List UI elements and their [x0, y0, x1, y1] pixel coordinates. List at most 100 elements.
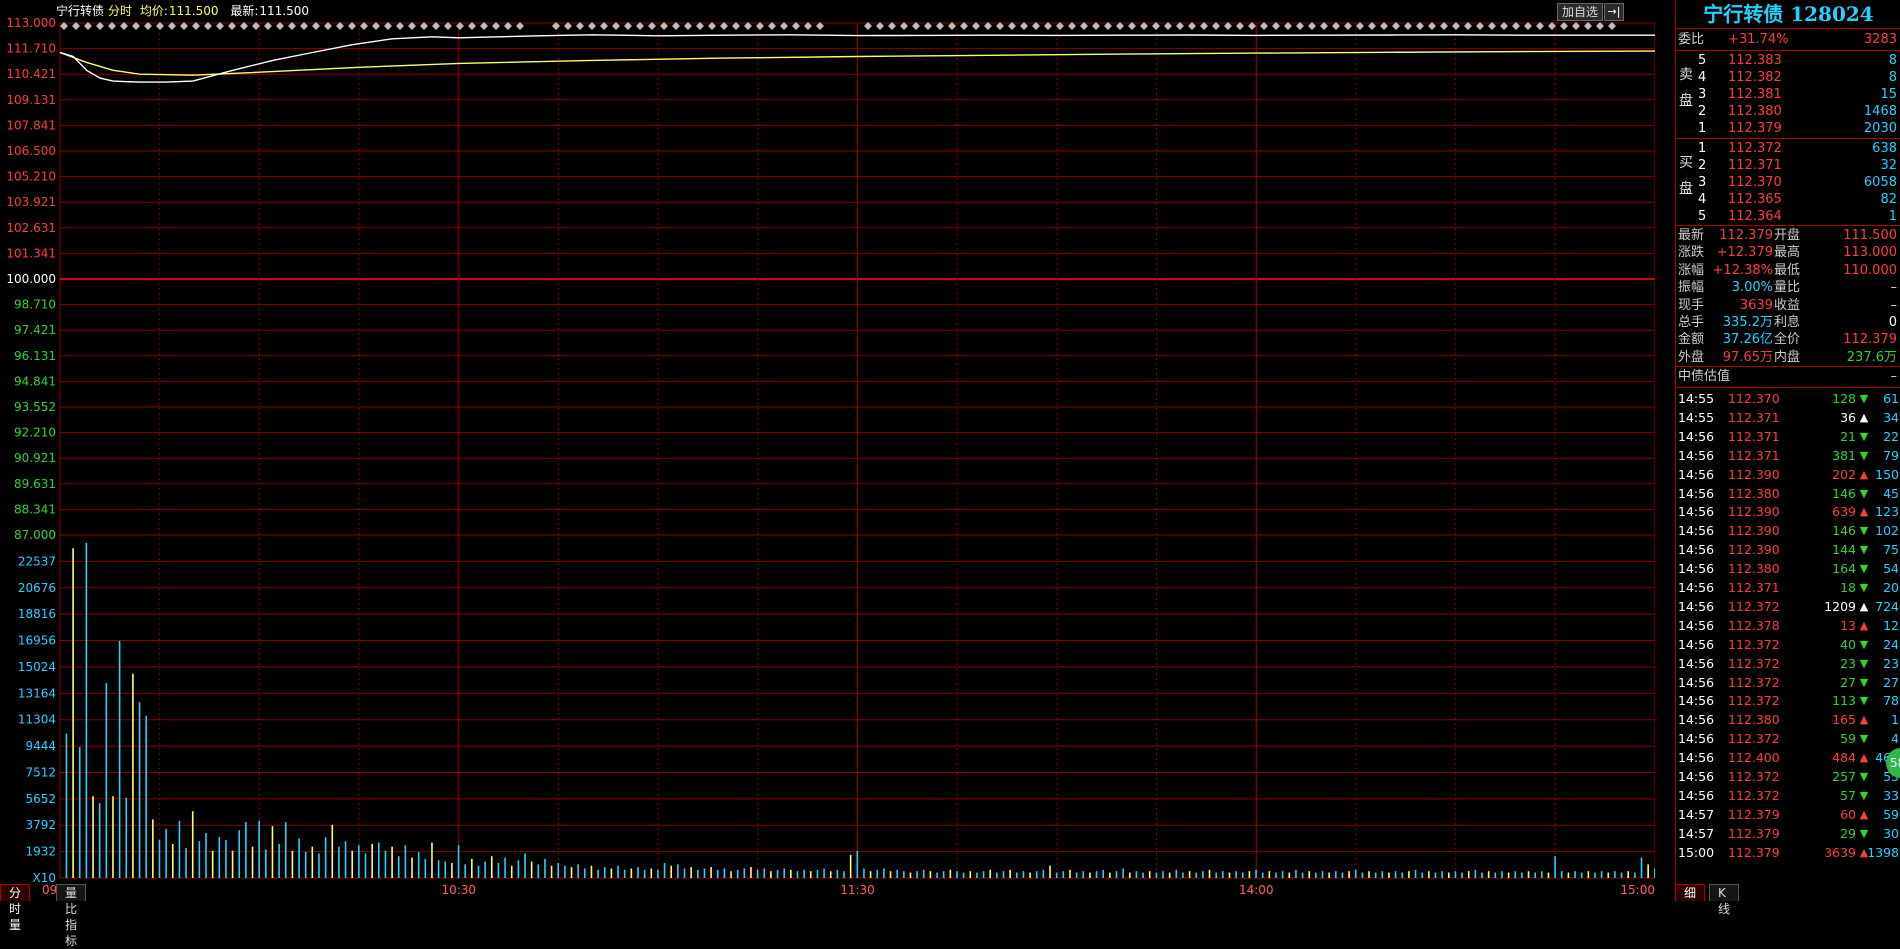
tick-time: 14:56	[1678, 580, 1715, 595]
volume-bar	[311, 846, 314, 878]
volume-bar	[152, 819, 154, 878]
tick-row: 14:56 112.372 27 ▼ 27	[1676, 673, 1900, 692]
volume-bar	[869, 871, 872, 878]
volume-bar	[1654, 868, 1655, 878]
avg-price-value: 111.500	[168, 4, 219, 18]
stat-label: 全价	[1774, 332, 1801, 348]
level-volume: 1468	[1863, 104, 1897, 119]
volume-bar	[823, 868, 825, 878]
volume-bar	[743, 868, 746, 878]
level-price: 112.380	[1728, 104, 1782, 119]
tick-count: 45	[1883, 485, 1899, 501]
add-favorite-button[interactable]: 加自选	[1557, 3, 1604, 21]
volume-bar	[1388, 872, 1390, 878]
arrow-down-icon: ▼	[1859, 826, 1869, 840]
tick-time: 14:56	[1678, 504, 1715, 520]
tick-price: 112.372	[1728, 598, 1780, 614]
time-tick-label: 11:30	[840, 883, 875, 897]
intraday-chart[interactable]: 113.000 111.710 110.421 109.131 107.841 106.5…	[0, 0, 1655, 900]
stat-value: 37.26亿	[1722, 332, 1773, 348]
chart-mode: 分时	[108, 4, 133, 18]
volume-bar	[1148, 871, 1151, 878]
volume-bar	[1434, 872, 1437, 878]
arrow-down-icon: ▼	[1859, 486, 1869, 500]
price-tick-label: 101.341	[6, 246, 56, 260]
volume-bar	[610, 868, 613, 878]
time-tick-label: 15:00	[1620, 883, 1655, 897]
volume-bar	[291, 850, 294, 878]
volume-bar	[577, 864, 579, 878]
tab-detail[interactable]: 细	[1675, 884, 1706, 901]
tick-time: 14:56	[1678, 655, 1715, 671]
tick-price: 112.390	[1728, 542, 1780, 558]
tick-time: 14:56	[1678, 428, 1715, 444]
volume-tick-label: 13164	[18, 686, 56, 700]
volume-bar	[1567, 872, 1570, 878]
tick-volume: 128	[1832, 391, 1856, 406]
volume-bar	[537, 864, 540, 878]
tick-price: 112.390	[1728, 466, 1780, 482]
volume-bar	[411, 857, 413, 878]
volume-bar	[344, 841, 347, 878]
tick-time: 14:56	[1678, 617, 1715, 633]
tab-volume-ratio[interactable]: 量比指标	[56, 884, 87, 948]
volume-bar	[584, 868, 586, 878]
volume-bar	[1620, 872, 1623, 878]
volume-bar	[1009, 869, 1011, 878]
arrow-down-icon: ▼	[1859, 392, 1869, 405]
arrow-up-icon: ▲	[1859, 410, 1869, 424]
tick-time: 14:56	[1678, 731, 1715, 747]
stat-row: 总手 335.2万 利息 0	[1676, 314, 1900, 331]
stat-value: 237.6万	[1846, 349, 1897, 365]
level-volume: 15	[1880, 87, 1897, 102]
volume-bar	[1142, 872, 1144, 878]
tick-volume: 3639	[1824, 844, 1856, 860]
volume-bar	[956, 871, 958, 878]
tick-count: 22	[1883, 428, 1899, 444]
volume-bar	[816, 869, 819, 878]
stat-value: –	[1890, 297, 1898, 313]
tick-time: 14:55	[1678, 409, 1715, 425]
volume-bar	[1394, 871, 1397, 878]
tab-volume[interactable]: 分时量	[0, 884, 31, 932]
volume-bar	[1627, 871, 1630, 878]
tick-price: 112.379	[1728, 844, 1780, 860]
volume-bar	[730, 871, 732, 878]
volume-bar	[431, 842, 433, 878]
volume-bar	[1461, 872, 1463, 878]
volume-bar	[829, 871, 832, 878]
weibi-pct: +31.74%	[1728, 32, 1789, 47]
weibi-diff: 3283	[1863, 32, 1897, 47]
tick-volume: 484	[1832, 750, 1856, 766]
volume-tick-label: 7512	[25, 765, 56, 779]
volume-tick-label: 11304	[18, 713, 56, 727]
volume-bar	[211, 850, 214, 878]
tab-kline[interactable]: K线	[1709, 884, 1739, 916]
tick-time: 14:56	[1678, 447, 1715, 463]
volume-bar	[1534, 872, 1536, 878]
volume-bar	[643, 869, 646, 878]
volume-bar	[298, 838, 300, 878]
price-tick-label: 106.500	[6, 144, 56, 158]
volume-bar	[889, 871, 892, 878]
volume-bar	[218, 837, 221, 878]
tick-volume: 146	[1832, 485, 1856, 501]
volume-bar	[903, 871, 905, 878]
level-volume: 82	[1880, 192, 1897, 207]
arrow-down-icon: ▼	[1859, 562, 1869, 576]
volume-bar	[504, 857, 506, 878]
level-num: 1	[1698, 121, 1707, 136]
volume-bar	[1374, 872, 1377, 878]
tick-count: 75	[1883, 542, 1899, 558]
arrow-down-icon: ▼	[1859, 694, 1869, 708]
tick-time: 14:56	[1678, 750, 1715, 766]
volume-bar	[1275, 872, 1277, 878]
volume-bar	[85, 542, 88, 878]
volume-bar	[490, 856, 493, 878]
volume-bar	[1501, 871, 1503, 878]
volume-bar	[657, 869, 659, 878]
arrow-up-icon: ▲	[1859, 505, 1869, 519]
volume-bar	[710, 867, 712, 878]
pin-icon[interactable]: →|	[1604, 3, 1624, 21]
volume-bar	[863, 868, 865, 878]
